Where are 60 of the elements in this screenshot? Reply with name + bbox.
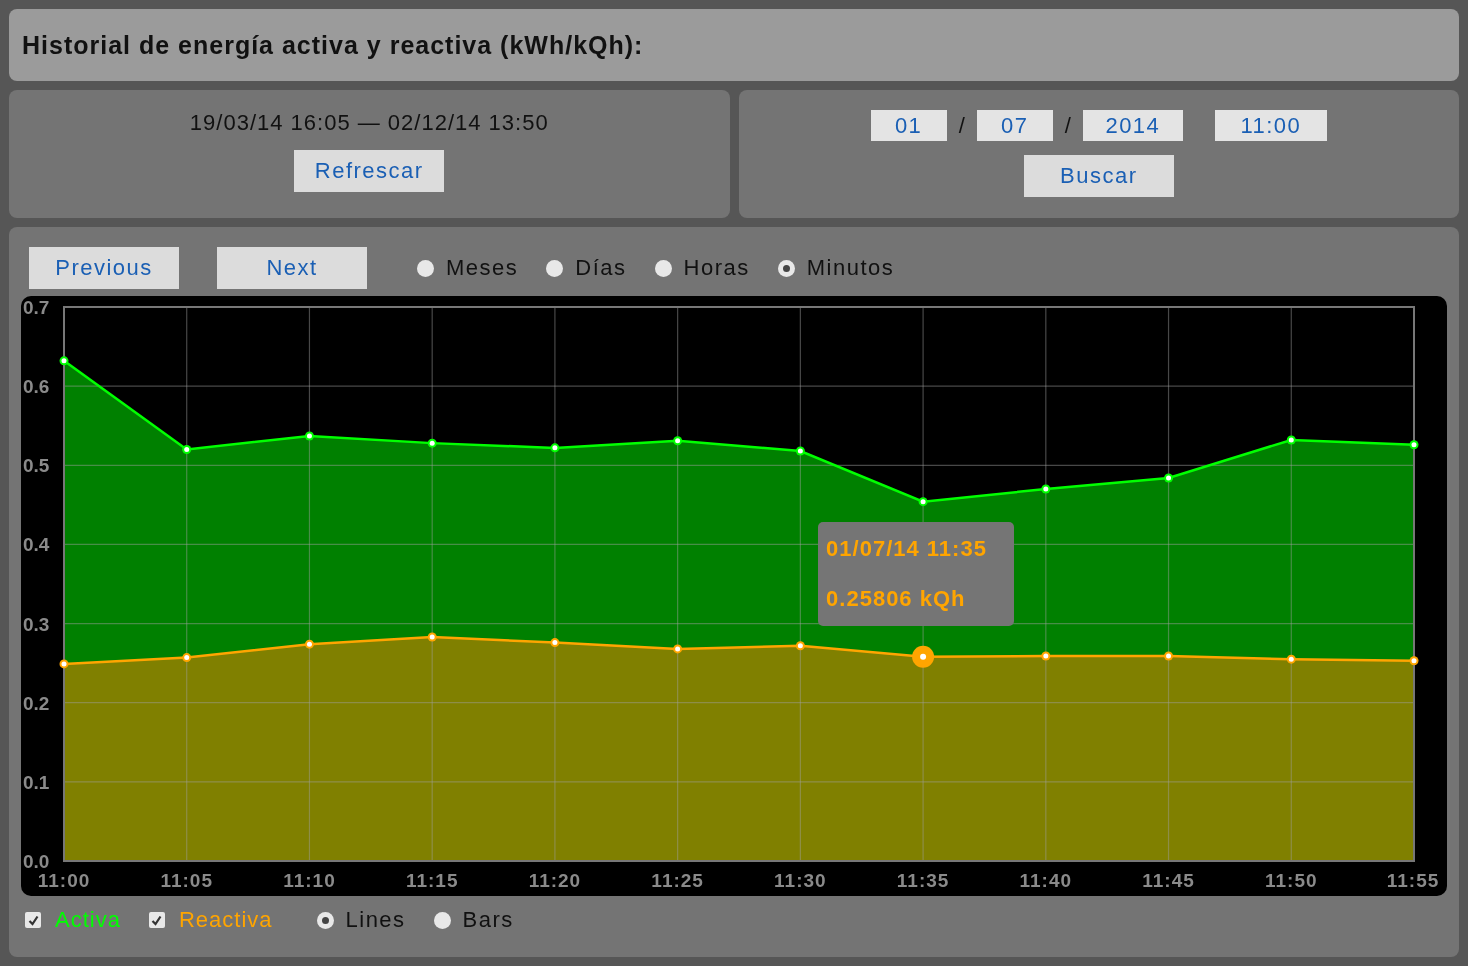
radio-button[interactable] — [546, 259, 564, 277]
y-tick-label: 0.0 — [23, 851, 50, 872]
date-separator: / — [958, 112, 965, 139]
next-button[interactable]: Next — [217, 247, 367, 289]
legend-toggle[interactable]: Reactiva — [148, 907, 273, 933]
date-separator: / — [1064, 112, 1071, 139]
radio-label: Lines — [345, 907, 406, 933]
y-tick-label: 0.2 — [23, 692, 50, 714]
checkbox[interactable] — [148, 912, 165, 928]
x-tick-label: 11:55 — [1386, 870, 1440, 891]
checkbox[interactable] — [25, 912, 41, 928]
date-range: 19/03/14 16:05 — 02/12/14 13:50 — [189, 110, 549, 136]
search-button[interactable]: Buscar — [1023, 155, 1174, 197]
x-tick-label: 11:25 — [651, 870, 704, 891]
radio-button[interactable] — [654, 259, 672, 277]
radio-label: Meses — [446, 255, 519, 281]
time-field[interactable]: 11:00 — [1214, 110, 1327, 141]
check-icon — [151, 914, 163, 926]
y-tick-label: 0.6 — [23, 376, 50, 398]
x-tick-label: 11:10 — [283, 870, 336, 891]
radio-option[interactable]: Meses — [417, 255, 519, 281]
radio-option[interactable]: Bars — [433, 907, 514, 933]
radio-label: Horas — [683, 255, 750, 281]
year-field[interactable]: 2014 — [1082, 110, 1183, 141]
month-field[interactable]: 07 — [976, 110, 1053, 141]
legend-label: Activa — [55, 907, 121, 933]
day-field[interactable]: 01 — [870, 110, 947, 141]
tooltip-value: 0.25806 kQh — [826, 586, 967, 612]
radio-label: Minutos — [806, 255, 895, 281]
y-tick-label: 0.5 — [23, 455, 50, 477]
radio-button[interactable] — [417, 259, 434, 277]
radio-option[interactable]: Minutos — [777, 255, 895, 281]
page-title: Historial de energía activa y reactiva (kWh/kQh): — [22, 30, 644, 60]
radio-option[interactable]: Días — [546, 255, 627, 281]
x-tick-label: 11:20 — [528, 870, 582, 891]
x-tick-label: 11:45 — [1142, 870, 1195, 891]
y-tick-label: 0.3 — [23, 613, 50, 635]
refresh-button[interactable]: Refrescar — [294, 150, 445, 192]
radio-label: Días — [575, 255, 627, 281]
y-tick-label: 0.4 — [23, 534, 50, 556]
radio-button[interactable] — [316, 911, 334, 929]
legend-label: Reactiva — [178, 907, 273, 933]
radio-option[interactable]: Horas — [654, 255, 750, 281]
x-tick-label: 11:15 — [405, 870, 459, 891]
radio-label: Bars — [462, 907, 514, 933]
x-tick-label: 11:40 — [1019, 870, 1073, 891]
radio-option[interactable]: Lines — [316, 907, 406, 933]
y-tick-label: 0.7 — [23, 297, 50, 318]
previous-button[interactable]: Previous — [29, 247, 179, 289]
radio-button[interactable] — [777, 259, 795, 277]
tooltip-date: 01/07/14 11:35 — [826, 536, 988, 562]
x-tick-label: 11:00 — [37, 870, 91, 891]
x-tick-label: 11:30 — [774, 870, 827, 891]
legend-toggle[interactable]: Activa — [25, 907, 121, 933]
x-tick-label: 11:50 — [1265, 870, 1318, 891]
x-tick-label: 11:35 — [896, 870, 950, 891]
radio-button[interactable] — [433, 911, 451, 929]
y-tick-label: 0.1 — [23, 771, 50, 793]
check-icon — [27, 914, 39, 926]
x-tick-label: 11:05 — [160, 870, 213, 891]
